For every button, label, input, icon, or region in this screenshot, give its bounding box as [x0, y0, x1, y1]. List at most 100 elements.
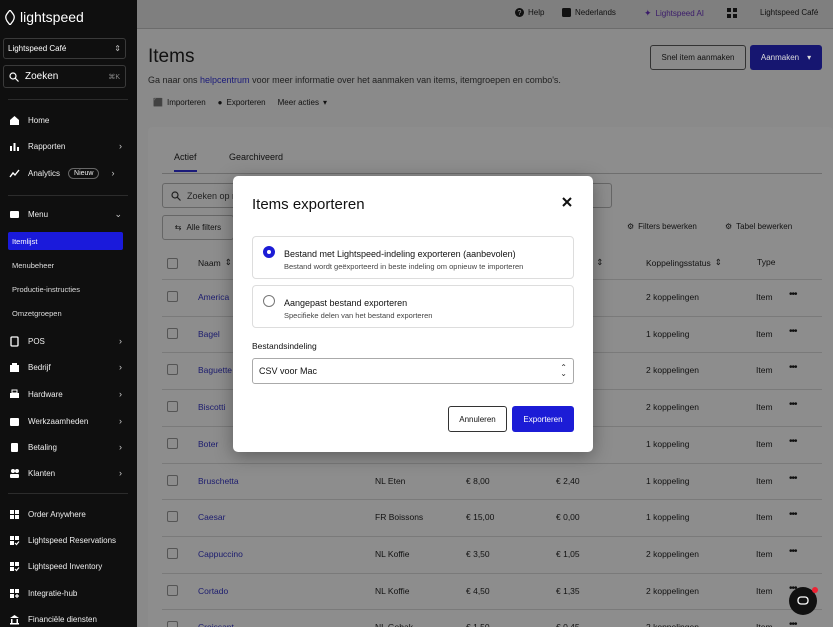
nav-label: Werkzaamheden	[28, 416, 89, 426]
col-header-type[interactable]: Type	[757, 257, 775, 267]
cell-name[interactable]: Croissant	[198, 622, 234, 627]
select-all-checkbox[interactable]	[167, 258, 178, 269]
nav-label: Bedrijf	[28, 362, 51, 372]
lightspeed-logo[interactable]: lightspeed	[4, 9, 84, 25]
cell-name[interactable]: Caesar	[198, 512, 225, 522]
cell-name[interactable]: Boter	[198, 439, 218, 449]
quick-create-button[interactable]: Snel item aanmaken	[650, 45, 746, 70]
row-more-icon[interactable]: •••	[789, 399, 797, 410]
tabs-divider	[162, 173, 822, 174]
row-more-icon[interactable]: •••	[789, 326, 797, 337]
edit-table-button[interactable]: ⚙ Tabel bewerken	[725, 222, 792, 231]
sidebar-search[interactable]: Zoeken ⌘K	[3, 65, 126, 88]
import-button[interactable]: ⬛ Importeren	[153, 98, 206, 107]
edit-filters-button[interactable]: ⚙ Filters bewerken	[627, 222, 697, 231]
row-more-icon[interactable]: •••	[789, 619, 797, 627]
apps-plus-icon	[8, 587, 20, 599]
table-row[interactable]: Cappuccino NL Koffie € 3,50 € 1,05 2 koppeli…	[162, 535, 822, 572]
more-actions-button[interactable]: Meer acties ▾	[278, 98, 327, 107]
sidebar-subitem-itemlijst[interactable]: Itemlijst	[8, 232, 123, 250]
cell-name[interactable]: America	[198, 292, 229, 302]
tab-gearchiveerd[interactable]: Gearchiveerd	[229, 152, 283, 162]
row-checkbox[interactable]	[167, 474, 178, 486]
sidebar-item-werkzaamheden[interactable]: Werkzaamheden ›	[0, 411, 132, 431]
row-checkbox[interactable]	[167, 364, 178, 376]
sidebar: lightspeed Lightspeed Café ⇕ Zoeken ⌘K H…	[0, 0, 137, 627]
table-row[interactable]: Bruschetta NL Eten € 8,00 € 2,40 1 koppeling…	[162, 462, 822, 499]
file-format-select[interactable]: CSV voor Mac ⌃ ⌄	[252, 358, 574, 384]
tab-actief[interactable]: Actief	[174, 152, 197, 172]
row-checkbox[interactable]	[167, 511, 178, 523]
sidebar-item-klanten[interactable]: Klanten ›	[0, 463, 132, 483]
radio-unselected[interactable]	[263, 295, 275, 307]
row-checkbox[interactable]	[167, 437, 178, 449]
option-lightspeed-format[interactable]: Bestand met Lightspeed-indeling exporter…	[252, 236, 574, 279]
page-title: Items	[148, 46, 195, 67]
cell-name[interactable]: Cortado	[198, 586, 228, 596]
row-more-icon[interactable]: •••	[789, 473, 797, 484]
row-checkbox[interactable]	[167, 401, 178, 413]
sidebar-subitem-productie-instructies[interactable]: Productie-instructies	[8, 280, 123, 298]
table-row[interactable]: Caesar FR Boissons € 15,00 € 0,00 1 koppelin…	[162, 499, 822, 535]
cell-name[interactable]: Cappuccino	[198, 549, 243, 559]
sidebar-item-analytics[interactable]: Analytics Nieuw ›	[0, 163, 132, 183]
help-link[interactable]: ? Help	[515, 8, 544, 17]
chevron-right-icon: ›	[119, 389, 122, 399]
row-checkbox[interactable]	[167, 547, 178, 559]
row-checkbox[interactable]	[167, 327, 178, 339]
app-switcher[interactable]	[727, 8, 737, 18]
dialog-title: Items exporteren	[252, 196, 365, 213]
sidebar-item-menu[interactable]: Menu ⌄	[0, 204, 132, 224]
sidebar-item-home[interactable]: Home	[0, 110, 132, 130]
sidebar-item-bedrijf[interactable]: Bedrijf ›	[0, 357, 132, 377]
table-row[interactable]: Cortado NL Koffie € 4,50 € 1,35 2 koppelinge…	[162, 572, 822, 609]
new-badge: Nieuw	[68, 167, 100, 179]
cell-links: 2 koppelingen	[646, 292, 699, 302]
edit-filters-label: Filters bewerken	[638, 222, 697, 231]
sidebar-item-rapporten[interactable]: Rapporten ›	[0, 136, 132, 156]
sidebar-item-inventory[interactable]: Lightspeed Inventory	[0, 556, 132, 576]
row-more-icon[interactable]: •••	[789, 436, 797, 447]
sort-icon: ⇕	[224, 257, 232, 267]
option-custom-file[interactable]: Aangepast bestand exporteren Specifieke …	[252, 285, 574, 328]
table-row[interactable]: Croissant NL Gebak € 1,50 € 0,45 2 koppeling…	[162, 609, 822, 627]
cell-name[interactable]: Biscotti	[198, 402, 225, 412]
account-menu[interactable]: Lightspeed Café	[760, 8, 818, 17]
sidebar-subitem-menubeheer[interactable]: Menubeheer	[8, 256, 123, 274]
row-more-icon[interactable]: •••	[789, 509, 797, 520]
row-checkbox[interactable]	[167, 291, 178, 302]
sidebar-item-order-anywhere[interactable]: Order Anywhere	[0, 504, 132, 524]
create-button[interactable]: Aanmaken ▾	[750, 45, 822, 70]
language-selector[interactable]: Nederlands	[562, 8, 616, 17]
all-filters-button[interactable]: ⇆ Alle filters	[162, 215, 234, 240]
sidebar-item-pos[interactable]: POS ›	[0, 331, 132, 351]
caret-down-icon: ▾	[807, 53, 812, 62]
row-more-icon[interactable]: •••	[789, 289, 797, 300]
sidebar-item-reservations[interactable]: Lightspeed Reservations	[0, 530, 132, 550]
sidebar-subitem-omzetgroepen[interactable]: Omzetgroepen	[8, 304, 123, 322]
sidebar-item-betaling[interactable]: Betaling ›	[0, 437, 132, 457]
help-center-link[interactable]: helpcentrum	[200, 75, 250, 85]
cell-group: FR Boissons	[375, 512, 424, 523]
row-more-icon[interactable]: •••	[789, 546, 797, 557]
export-confirm-button[interactable]: Exporteren	[512, 406, 574, 432]
cell-name[interactable]: Bruschetta	[198, 476, 239, 486]
lightspeed-ai-button[interactable]: ✦ Lightspeed AI	[644, 8, 704, 19]
cell-cost: € 2,40	[556, 475, 580, 486]
sidebar-item-hardware[interactable]: Hardware ›	[0, 384, 132, 404]
col-header-name[interactable]: Naam ⇕	[198, 257, 232, 268]
store-selector[interactable]: Lightspeed Café ⇕	[3, 38, 126, 59]
close-icon[interactable]	[560, 195, 574, 209]
col-header-link-status[interactable]: Koppelingsstatus ⇕	[646, 257, 722, 268]
sidebar-item-financiele-diensten[interactable]: Financiële diensten	[0, 609, 132, 627]
row-checkbox[interactable]	[167, 621, 178, 627]
row-checkbox[interactable]	[167, 584, 178, 596]
radio-selected[interactable]	[263, 246, 275, 258]
export-button[interactable]: ● Exporteren	[218, 98, 266, 107]
cell-name[interactable]: Baguette	[198, 365, 232, 375]
cell-name[interactable]: Bagel	[198, 329, 220, 339]
search-icon	[9, 71, 19, 82]
row-more-icon[interactable]: •••	[789, 362, 797, 373]
sidebar-item-integratie-hub[interactable]: Integratie-hub	[0, 583, 132, 603]
cancel-button[interactable]: Annuleren	[448, 406, 507, 432]
